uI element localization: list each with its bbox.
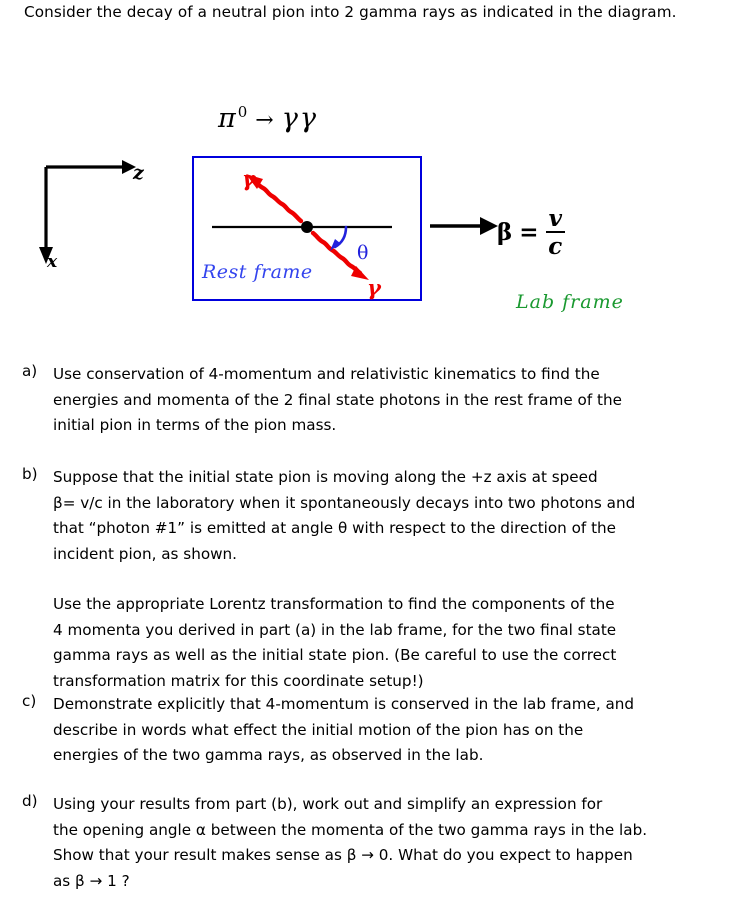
boost-arrow-icon bbox=[430, 217, 498, 235]
beta-definition: β = v c bbox=[497, 207, 565, 258]
question-b-line-7: gamma rays as well as the initial state … bbox=[53, 646, 617, 664]
reaction-arrow-icon: → bbox=[255, 108, 276, 133]
rest-frame-caption: Rest frame bbox=[202, 261, 313, 283]
question-a-marker: a) bbox=[22, 362, 38, 380]
question-b-line-4: incident pion, as shown. bbox=[53, 544, 237, 563]
question-a-body: Use conservation of 4-momentum and relat… bbox=[53, 362, 722, 439]
pion-charge-superscript: 0 bbox=[237, 103, 250, 121]
question-a-line-2: energies and momenta of the 2 final stat… bbox=[53, 390, 622, 409]
velocity-fraction: v c bbox=[545, 207, 565, 260]
rest-frame-box: γ γ θ Rest frame bbox=[192, 156, 422, 301]
gamma-products: γγ bbox=[281, 103, 319, 134]
question-b-marker: b) bbox=[22, 465, 38, 483]
intro-text: Consider the decay of a neutral pion int… bbox=[24, 3, 677, 21]
question-c-line-1: Demonstrate explicitly that 4-momentum i… bbox=[53, 695, 635, 713]
lab-frame-caption: Lab frame bbox=[516, 291, 624, 313]
question-b-line-3: that “photon #1” is emitted at angle θ w… bbox=[53, 519, 617, 537]
beta-symbol: β bbox=[497, 219, 513, 246]
question-d-line-2: the opening angle α between the momenta … bbox=[53, 820, 648, 839]
axis-label-x: x bbox=[47, 252, 58, 272]
question-b-paragraph-gap bbox=[53, 567, 732, 592]
question-d-line-1: Using your results from part (b), work o… bbox=[53, 795, 603, 813]
coordinate-axes: z x bbox=[30, 157, 170, 287]
question-c-line-3: energies of the two gamma rays, as obser… bbox=[53, 746, 484, 764]
question-c: c) Demonstrate explicitly that 4-momentu… bbox=[22, 692, 732, 769]
axis-label-z: z bbox=[133, 162, 144, 184]
question-b-line-5: Use the appropriate Lorentz transformati… bbox=[53, 595, 615, 613]
decay-diagram: π0 → γγ z x γ γ θ Rest frame β = v c Lab… bbox=[0, 95, 738, 335]
question-b-line-6: 4 momenta you derived in part (a) in the… bbox=[53, 620, 617, 639]
theta-angle-label: θ bbox=[357, 242, 369, 264]
question-b-body: Suppose that the initial state pion is m… bbox=[53, 465, 732, 694]
question-c-marker: c) bbox=[22, 692, 37, 710]
fraction-denominator: c bbox=[548, 233, 563, 260]
question-a: a) Use conservation of 4-momentum and re… bbox=[22, 362, 722, 439]
question-d-line-4: as β → 1 ? bbox=[53, 871, 130, 890]
gamma-label-lower: γ bbox=[367, 275, 381, 300]
gamma-label-upper: γ bbox=[242, 166, 256, 191]
equals-sign: = bbox=[519, 219, 539, 246]
question-a-line-1: Use conservation of 4-momentum and relat… bbox=[53, 365, 600, 383]
question-b-line-1: Suppose that the initial state pion is m… bbox=[53, 468, 598, 486]
fraction-numerator: v bbox=[545, 207, 565, 233]
question-d-line-3: Show that your result makes sense as β →… bbox=[53, 846, 633, 864]
question-b: b) Suppose that the initial state pion i… bbox=[22, 465, 732, 694]
question-c-line-2: describe in words what effect the initia… bbox=[53, 720, 584, 739]
question-b-line-8: transformation matrix for this coordinat… bbox=[53, 671, 424, 690]
question-b-line-2: β= v/c in the laboratory when it spontan… bbox=[53, 493, 636, 512]
question-d-body: Using your results from part (b), work o… bbox=[53, 792, 734, 894]
question-d: d) Using your results from part (b), wor… bbox=[22, 792, 734, 894]
question-c-body: Demonstrate explicitly that 4-momentum i… bbox=[53, 692, 732, 769]
pion-symbol: π bbox=[218, 103, 238, 134]
question-d-marker: d) bbox=[22, 792, 38, 810]
reaction-equation: π0 → γγ bbox=[218, 103, 318, 134]
question-a-line-3: initial pion in terms of the pion mass. bbox=[53, 416, 337, 434]
